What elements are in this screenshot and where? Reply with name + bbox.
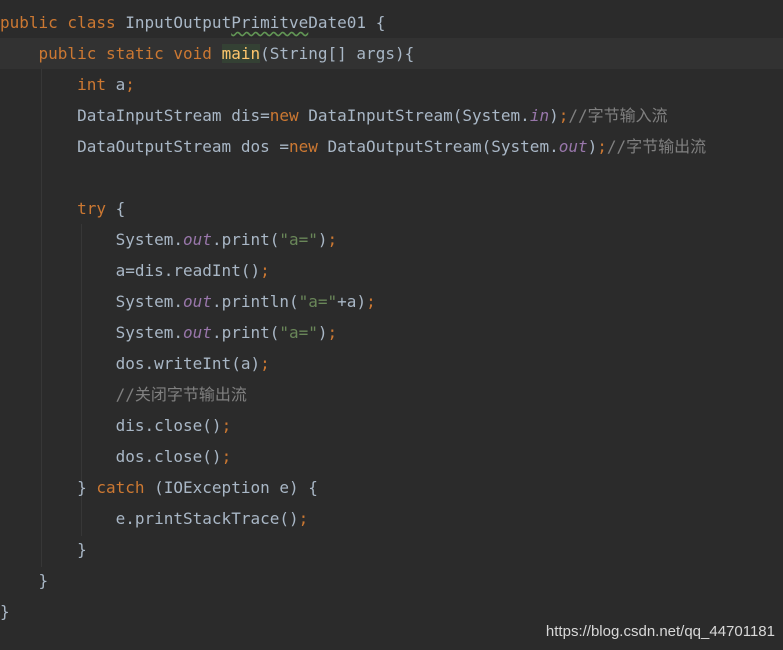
code-token: +a) xyxy=(337,292,367,311)
code-line[interactable]: System.out.print("a="); xyxy=(0,317,783,348)
code-token: ) xyxy=(317,323,328,342)
code-line[interactable] xyxy=(0,162,783,193)
code-token: DataOutputStream dos = xyxy=(0,137,289,156)
code-token: .println( xyxy=(211,292,299,311)
code-token: //字节输出流 xyxy=(606,137,707,156)
code-token: main xyxy=(221,44,261,63)
code-token: System. xyxy=(0,230,184,249)
code-token: dos.writeInt(a) xyxy=(0,354,261,373)
code-line[interactable]: System.out.println("a="+a); xyxy=(0,286,783,317)
code-line[interactable]: e.printStackTrace(); xyxy=(0,503,783,534)
code-token: out xyxy=(558,137,588,156)
code-token: System. xyxy=(0,292,184,311)
code-token: "a=" xyxy=(279,230,318,249)
code-token: ; xyxy=(597,137,607,156)
code-line[interactable]: dis.close(); xyxy=(0,410,783,441)
code-token: new xyxy=(288,137,328,156)
code-token: } xyxy=(0,602,10,621)
code-line[interactable]: DataOutputStream dos =new DataOutputStre… xyxy=(0,131,783,162)
code-line[interactable]: DataInputStream dis=new DataInputStream(… xyxy=(0,100,783,131)
code-token: } xyxy=(0,540,87,559)
code-token: ; xyxy=(221,447,232,466)
code-line[interactable]: try { xyxy=(0,193,783,224)
code-token: dis.close() xyxy=(0,416,222,435)
code-token: DataInputStream dis= xyxy=(0,106,270,125)
code-token: ; xyxy=(260,261,270,280)
code-token: Primitve xyxy=(231,13,309,32)
watermark-text: https://blog.csdn.net/qq_44701181 xyxy=(545,623,775,640)
code-token: in xyxy=(529,106,550,125)
code-token: DataInputStream(System. xyxy=(308,106,530,125)
code-token: //关闭字节输出流 xyxy=(0,385,247,404)
code-line[interactable]: a=dis.readInt(); xyxy=(0,255,783,286)
code-token: .print( xyxy=(211,230,280,249)
code-token: ; xyxy=(125,75,135,94)
code-token: ) xyxy=(317,230,328,249)
code-token: ; xyxy=(327,230,338,249)
code-line[interactable]: } catch (IOException e) { xyxy=(0,472,783,503)
code-token: out xyxy=(183,230,212,249)
code-token: "a=" xyxy=(279,323,318,342)
code-line[interactable]: dos.writeInt(a); xyxy=(0,348,783,379)
code-line[interactable]: int a; xyxy=(0,69,783,100)
code-token: ; xyxy=(366,292,376,311)
code-token: .print( xyxy=(211,323,280,342)
code-line[interactable]: } xyxy=(0,534,783,565)
code-token: out xyxy=(183,292,212,311)
code-token: Date01 { xyxy=(308,13,386,32)
code-editor[interactable]: public class InputOutputPrimitveDate01 {… xyxy=(0,0,783,650)
code-token: System. xyxy=(0,323,184,342)
code-token: ; xyxy=(298,509,309,528)
code-token: public class xyxy=(0,13,126,32)
code-token: (IOException e) { xyxy=(154,478,318,497)
code-token: InputOutput xyxy=(125,13,232,32)
code-token: ) xyxy=(549,106,559,125)
code-token: DataOutputStream(System. xyxy=(327,137,559,156)
code-line[interactable]: public static void main(String[] args){ xyxy=(0,38,783,69)
code-token: } xyxy=(0,478,97,497)
code-token: e.printStackTrace() xyxy=(0,509,299,528)
code-token: a xyxy=(115,75,126,94)
code-token: int xyxy=(0,75,116,94)
code-token: dos.close() xyxy=(0,447,222,466)
code-token: ) xyxy=(587,137,598,156)
code-token: ; xyxy=(327,323,338,342)
code-token: a=dis.readInt() xyxy=(0,261,261,280)
code-line[interactable]: dos.close(); xyxy=(0,441,783,472)
code-line[interactable]: System.out.print("a="); xyxy=(0,224,783,255)
code-token: new xyxy=(269,106,309,125)
code-line[interactable]: } xyxy=(0,565,783,596)
code-token: } xyxy=(0,571,49,590)
code-token: try xyxy=(0,199,116,218)
code-line[interactable]: //关闭字节输出流 xyxy=(0,379,783,410)
code-token: public static void xyxy=(0,44,222,63)
code-token: (String[] args){ xyxy=(260,44,415,63)
code-token: ; xyxy=(221,416,232,435)
code-token: catch xyxy=(96,478,155,497)
code-token: ; xyxy=(558,106,569,125)
code-token: //字节输入流 xyxy=(568,106,668,125)
code-line[interactable]: public class InputOutputPrimitveDate01 { xyxy=(0,7,783,38)
code-token: ; xyxy=(260,354,270,373)
code-token: out xyxy=(183,323,212,342)
code-token: { xyxy=(115,199,126,218)
code-token: "a=" xyxy=(298,292,338,311)
